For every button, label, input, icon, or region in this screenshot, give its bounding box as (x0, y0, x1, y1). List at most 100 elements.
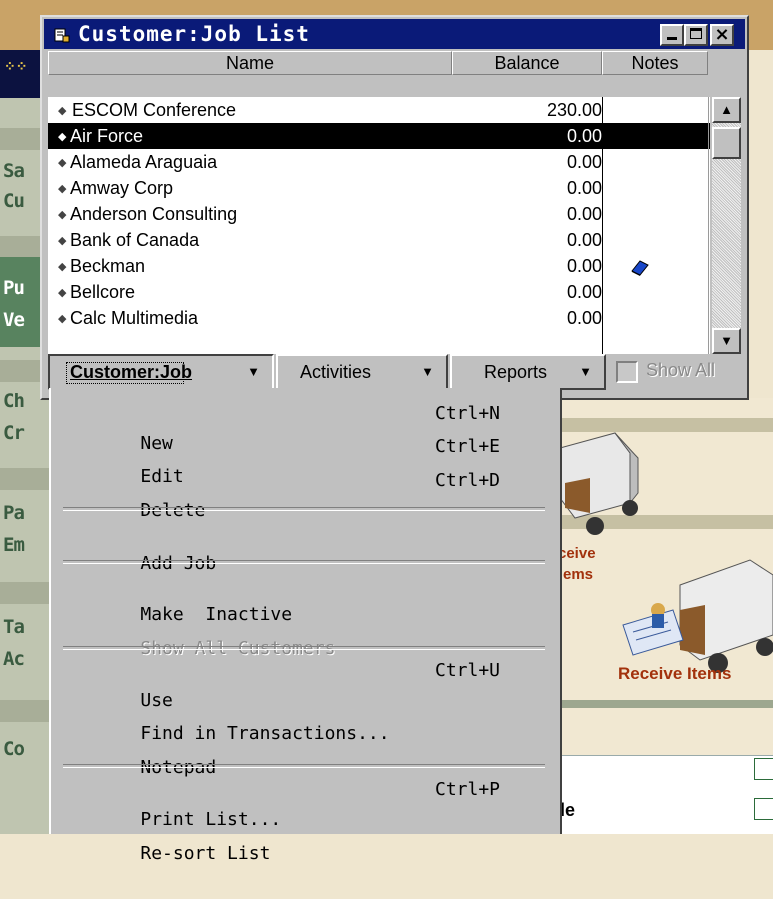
receive-label-partial[interactable]: ems (563, 566, 593, 583)
nav-label[interactable]: Cr (3, 422, 25, 444)
show-all-label: Show All (646, 360, 716, 380)
nav-label[interactable]: Ch (3, 390, 25, 412)
receive-items-label[interactable]: Receive Items (618, 664, 731, 684)
customer-name: Air Force (70, 126, 144, 146)
window-title: Customer:Job List (78, 22, 310, 46)
close-icon: × (714, 24, 730, 45)
nav-label[interactable]: Ac (3, 648, 25, 670)
dropdown-arrow-icon: ▼ (421, 364, 434, 379)
customer-name: Anderson Consulting (70, 204, 238, 224)
column-header-notes[interactable]: Notes (602, 51, 708, 75)
menu-item-new[interactable]: New Ctrl+N (97, 399, 537, 454)
menu-separator (63, 764, 545, 768)
diamond-icon: ◆ (58, 105, 67, 117)
list-row[interactable]: ◆ Bellcore 0.00 (48, 279, 710, 305)
menu-item-print-list[interactable]: Print List... Ctrl+P (97, 775, 537, 830)
list-row[interactable]: ◆ Amway Corp 0.00 (48, 175, 710, 201)
diamond-icon: ◆ (58, 131, 67, 143)
list-row-selected[interactable]: ◆ Air Force 0.00 (48, 123, 710, 149)
activities-menu-button[interactable]: Activities ▼ (276, 354, 448, 390)
customer-balance: 0.00 (566, 282, 602, 302)
vertical-scrollbar[interactable]: ▲ ▼ (712, 97, 741, 354)
menu-item-shortcut: Ctrl+D (435, 470, 501, 491)
list-row[interactable]: ◆ Alameda Araguaia 0.00 (48, 149, 710, 175)
customer-job-context-menu: New Ctrl+N Edit Ctrl+E Delete Ctrl+D Add… (49, 388, 562, 864)
menu-item-edit[interactable]: Edit Ctrl+E (97, 432, 537, 487)
note-icon[interactable] (630, 259, 650, 277)
scroll-up-button[interactable]: ▲ (712, 97, 741, 123)
menu-item-shortcut: Ctrl+E (435, 436, 501, 457)
app-small-icon: ⁘⁘ (4, 58, 28, 74)
activities-button-label: Activities (300, 362, 372, 382)
customer-balance: 0.00 (566, 256, 602, 276)
document-icon[interactable] (754, 758, 773, 780)
menu-item-use[interactable]: Use Ctrl+U (97, 656, 537, 711)
menu-separator (63, 560, 545, 564)
column-divider (708, 97, 709, 354)
down-arrow-icon: ▼ (720, 333, 733, 348)
scroll-thumb[interactable] (712, 127, 741, 159)
diamond-icon: ◆ (58, 183, 67, 195)
title-bar[interactable]: Customer:Job List × (44, 19, 745, 49)
dropdown-arrow-icon: ▼ (247, 364, 260, 379)
customer-balance: 0.00 (566, 152, 602, 172)
customer-balance: 0.00 (566, 126, 602, 146)
list-row[interactable]: ◆ Anderson Consulting 0.00 (48, 201, 710, 227)
customer-name: ESCOM Conference (72, 100, 237, 120)
diamond-icon: ◆ (58, 313, 67, 325)
minimize-icon (667, 37, 677, 40)
document-icon[interactable] (754, 798, 773, 820)
menu-separator (63, 646, 545, 650)
diamond-icon: ◆ (58, 261, 67, 273)
truck-icon[interactable] (560, 428, 650, 538)
nav-label[interactable]: Em (3, 534, 25, 556)
list-row[interactable]: ◆ Calc Multimedia 0.00 (48, 305, 710, 331)
close-button[interactable]: × (710, 24, 734, 46)
maximize-button[interactable] (684, 24, 708, 46)
list-row[interactable]: ◆ ESCOM Conference 230.00 (48, 97, 710, 123)
customer-list: ◆ ESCOM Conference 230.00 ◆ Air Force 0.… (48, 97, 710, 354)
customer-balance: 0.00 (566, 204, 602, 224)
menu-item-delete[interactable]: Delete Ctrl+D (97, 466, 537, 521)
customer-name: Bank of Canada (70, 230, 200, 250)
diamond-icon: ◆ (58, 235, 67, 247)
diamond-icon: ◆ (58, 209, 67, 221)
menu-item-add-job[interactable]: Add Job (97, 519, 537, 574)
menu-item-label: Re-sort List (140, 843, 271, 864)
nav-label[interactable]: Co (3, 738, 25, 760)
reports-menu-button[interactable]: Reports ▼ (450, 354, 606, 390)
menu-item-show-all-customers: Show All Customers (97, 604, 537, 659)
scroll-down-button[interactable]: ▼ (712, 328, 741, 354)
diamond-icon: ◆ (58, 287, 67, 299)
customer-job-menu-button[interactable]: Customer:Job ▼ (48, 354, 274, 390)
reports-button-label: Reports (484, 362, 548, 382)
list-row[interactable]: ◆ Bank of Canada 0.00 (48, 227, 710, 253)
menu-item-find-in-transactions[interactable]: Find in Transactions... (97, 689, 537, 744)
customer-name: Calc Multimedia (70, 308, 199, 328)
menu-item-shortcut: Ctrl+U (435, 660, 501, 681)
nav-label[interactable]: Pa (3, 502, 25, 524)
nav-label[interactable]: Pu (3, 277, 25, 299)
customer-job-button-label: Customer:Job (70, 362, 193, 382)
customer-balance: 0.00 (566, 230, 602, 250)
menu-item-re-sort-list[interactable]: Re-sort List (97, 809, 537, 864)
customer-name: Bellcore (70, 282, 136, 302)
menu-item-make-inactive[interactable]: Make Inactive (97, 570, 537, 625)
nav-label[interactable]: Ta (3, 616, 25, 638)
list-row[interactable]: ◆ Beckman 0.00 (48, 253, 710, 279)
minimize-button[interactable] (660, 24, 684, 46)
menu-item-shortcut: Ctrl+P (435, 779, 501, 800)
menu-item-shortcut: Ctrl+N (435, 403, 501, 424)
customer-name: Alameda Araguaia (70, 152, 218, 172)
up-arrow-icon: ▲ (720, 102, 733, 117)
nav-label[interactable]: Ve (3, 309, 25, 331)
menu-item-notepad[interactable]: Notepad (97, 723, 537, 778)
nav-label[interactable]: Sa (3, 160, 25, 182)
nav-label[interactable]: Cu (3, 190, 25, 212)
column-header-balance[interactable]: Balance (452, 51, 602, 75)
dropdown-arrow-icon: ▼ (579, 364, 592, 379)
customer-name: Amway Corp (70, 178, 174, 198)
column-header-name[interactable]: Name (48, 51, 452, 75)
show-all-checkbox[interactable] (616, 361, 638, 383)
receive-label-partial[interactable]: ceive (558, 545, 596, 562)
